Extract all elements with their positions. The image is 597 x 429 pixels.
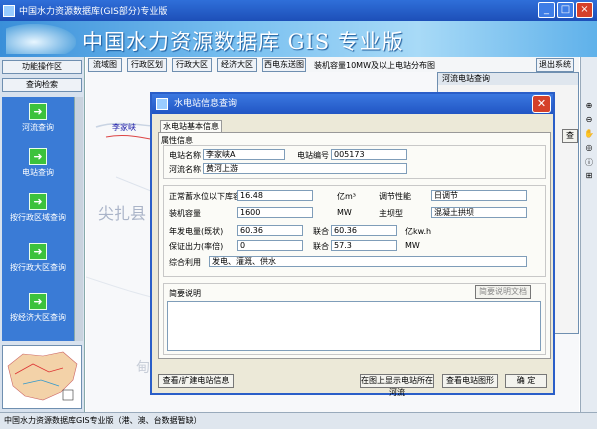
river-label: 河流名称 xyxy=(169,165,201,174)
arrow-icon: ➜ xyxy=(29,148,47,165)
tool-basin-map[interactable]: 流域图 xyxy=(88,58,122,72)
dialog-close-button[interactable]: ✕ xyxy=(532,95,551,113)
annual-gen-unit: 亿kw.h xyxy=(405,227,432,236)
side-window-title: 河流电站查询 xyxy=(438,73,578,85)
app-icon xyxy=(3,4,15,17)
annual-gen-joint-label: 联合 xyxy=(313,227,329,236)
pan-icon[interactable]: ✋ xyxy=(583,129,595,139)
app-title: 中国水力资源数据库(GIS部分)专业版 xyxy=(19,7,168,17)
nav-admin-area-query[interactable]: ➜ 按行政区域查询 xyxy=(2,193,74,223)
tool-economic-region[interactable]: 经济大区 xyxy=(217,58,257,72)
storage-unit: 亿m³ xyxy=(337,192,356,201)
dam-type-field[interactable]: 混凝土拱坝 xyxy=(431,207,527,218)
tool-admin-region[interactable]: 行政大区 xyxy=(172,58,212,72)
firm-output-label: 保证出力(率倍) xyxy=(169,242,224,251)
firm-joint-field[interactable]: 57.3 xyxy=(331,240,397,251)
right-toolbar: ⊕ ⊖ ✋ ◎ ⓘ ⊞ xyxy=(580,57,597,412)
map-caption: 装机容量10MW及以上电站分布图 xyxy=(314,61,435,70)
nav-station-query[interactable]: ➜ 电站查询 xyxy=(2,148,74,178)
comprehensive-use-label: 综合利用 xyxy=(169,258,201,267)
firm-output-unit: MW xyxy=(405,241,420,250)
zoom-out-icon[interactable]: ⊖ xyxy=(583,115,595,125)
tool-west-east-power[interactable]: 西电东送图 xyxy=(262,58,306,72)
close-button[interactable]: × xyxy=(576,2,593,18)
annual-gen-joint-field[interactable]: 60.36 xyxy=(331,225,397,236)
query-button[interactable]: 查询检索 xyxy=(2,78,82,92)
water-logo-icon xyxy=(6,24,76,54)
side-query-button[interactable]: 查 xyxy=(562,129,578,143)
regulation-field[interactable]: 日调节 xyxy=(431,190,527,201)
nav-river-query[interactable]: ➜ 河流查询 xyxy=(2,103,74,133)
annual-gen-field[interactable]: 60.36 xyxy=(237,225,303,236)
summary-doc-button[interactable]: 简要说明文档 xyxy=(475,285,531,299)
arrow-icon: ➜ xyxy=(29,293,47,310)
nav-economic-region-query[interactable]: ➜ 按经济大区查询 xyxy=(2,293,74,323)
map-label-station: 李家峡 xyxy=(112,123,136,132)
comprehensive-use-field[interactable]: 发电、灌溉、供水 xyxy=(209,256,527,267)
station-name-field[interactable]: 李家峡A xyxy=(203,149,285,160)
app-titlebar: 中国水力资源数据库(GIS部分)专业版 xyxy=(0,0,597,21)
ok-button[interactable]: 确 定 xyxy=(505,374,547,388)
nav-admin-region-query[interactable]: ➜ 按行政大区查询 xyxy=(2,243,74,273)
func-area-button[interactable]: 功能操作区 xyxy=(2,60,82,74)
basic-info-pane: 属性信息 电站名称 李家峡A 电站编号 005173 河流名称 黄河上游 正常蓄… xyxy=(158,132,551,359)
status-bar: 中国水力资源数据库GIS专业版（港、澳、台数据暂缺） xyxy=(0,412,597,429)
nav-scrollbar[interactable] xyxy=(74,97,83,341)
minimize-button[interactable]: _ xyxy=(538,2,555,18)
capacity-field[interactable]: 1600 xyxy=(237,207,313,218)
dialog-icon xyxy=(156,98,168,110)
dialog-titlebar: 水电站信息查询 ✕ xyxy=(152,94,553,114)
firm-joint-label: 联合 xyxy=(313,242,329,251)
annual-gen-label: 年发电量(既状) xyxy=(169,227,224,236)
view-station-map-button[interactable]: 查看电站图形 xyxy=(442,374,498,388)
map-label-county: 尖扎县 xyxy=(98,204,147,223)
maximize-button[interactable]: □ xyxy=(557,2,574,18)
capacity-unit: MW xyxy=(337,208,352,217)
overview-minimap[interactable] xyxy=(2,345,82,409)
arrow-icon: ➜ xyxy=(29,103,47,120)
banner-title: 中国水力资源数据库 GIS 专业版 xyxy=(82,30,404,54)
app-banner: 中国水力资源数据库 GIS 专业版 xyxy=(0,21,597,57)
measure-icon[interactable]: ⊞ xyxy=(583,171,595,181)
station-code-field[interactable]: 005173 xyxy=(331,149,407,160)
river-field[interactable]: 黄河上游 xyxy=(203,163,407,174)
summary-label: 简要说明 xyxy=(169,289,201,298)
capacity-label: 装机容量 xyxy=(169,209,201,218)
china-overview-map xyxy=(7,351,78,401)
exit-system-button[interactable]: 退出系统 xyxy=(536,58,574,72)
dam-type-label: 主坝型 xyxy=(379,209,403,218)
locate-river-button[interactable]: 在图上显示电站所在河流 xyxy=(360,374,434,397)
arrow-icon: ➜ xyxy=(29,193,47,210)
tool-admin-division[interactable]: 行政区划 xyxy=(127,58,167,72)
summary-textarea[interactable] xyxy=(167,301,541,351)
query-nav: ➜ 河流查询 ➜ 电站查询 ➜ 按行政区域查询 ➜ 按行政大区查询 ➜ 按经济大区查询 xyxy=(2,97,74,341)
identify-icon[interactable]: ⓘ xyxy=(583,157,595,167)
dialog-title: 水电站信息查询 xyxy=(174,99,238,109)
zoom-in-icon[interactable]: ⊕ xyxy=(583,101,595,111)
station-code-label: 电站编号 xyxy=(297,151,329,160)
extend-station-button[interactable]: 查看/扩建电站信息 xyxy=(158,374,234,388)
storage-label: 正常蓄水位以下库容 xyxy=(169,192,241,201)
station-info-dialog: 水电站信息查询 ✕ 水电站基本信息 属性信息 电站名称 李家峡A 电站编号 00… xyxy=(150,92,555,397)
arrow-icon: ➜ xyxy=(29,243,47,260)
map-label-place: 甸 xyxy=(136,360,150,376)
storage-field[interactable]: 16.48 xyxy=(237,190,313,201)
regulation-label: 调节性能 xyxy=(379,192,411,201)
full-extent-icon[interactable]: ◎ xyxy=(583,143,595,153)
firm-output-field[interactable]: 0 xyxy=(237,240,303,251)
station-name-label: 电站名称 xyxy=(169,151,201,160)
